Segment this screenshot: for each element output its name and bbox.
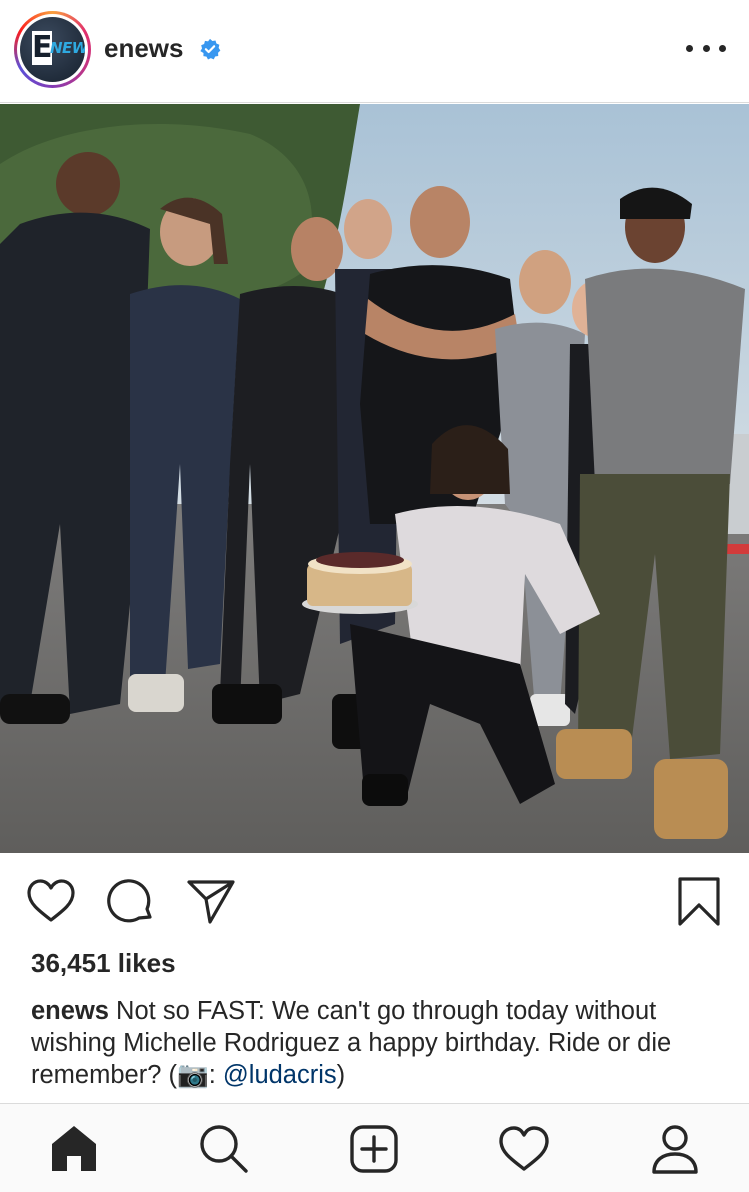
birthday-cake [302,552,418,614]
avatar-logo-word: NEWS [50,39,85,57]
post-caption: enews Not so FAST: We can't go through t… [31,995,731,1091]
new-post-icon[interactable] [347,1122,401,1176]
bookmark-icon[interactable] [674,877,724,927]
comment-icon[interactable] [106,877,156,927]
post-username[interactable]: enews [104,33,184,64]
caption-text: : [208,1061,223,1089]
verified-badge-icon [200,38,221,60]
caption-mention-link[interactable]: @ludacris [223,1061,337,1089]
more-dot-icon [686,44,693,52]
more-dot-icon [719,44,726,52]
profile-icon[interactable] [648,1122,702,1176]
camera-emoji: 📷 [176,1061,209,1089]
avatar-logo-letter: E [32,30,53,65]
post-action-bar [0,853,749,948]
heart-icon[interactable] [26,877,76,927]
post-photo[interactable] [0,104,749,853]
home-icon[interactable] [47,1122,101,1176]
more-options-button[interactable] [686,36,726,60]
bottom-navigation [0,1103,749,1192]
caption-username[interactable]: enews [31,997,109,1025]
avatar[interactable]: E NEWS [14,11,91,88]
caption-text: ) [336,1061,346,1089]
post-header: E NEWS enews [0,0,749,103]
likes-count[interactable]: 36,451 likes [31,948,176,979]
paper-plane-icon[interactable] [186,877,236,927]
group-photo-image [0,104,749,853]
search-icon[interactable] [197,1122,251,1176]
activity-icon[interactable] [497,1122,551,1176]
more-dot-icon [702,44,710,52]
caption-text: Not so FAST: We can't go through today w… [31,997,672,1089]
